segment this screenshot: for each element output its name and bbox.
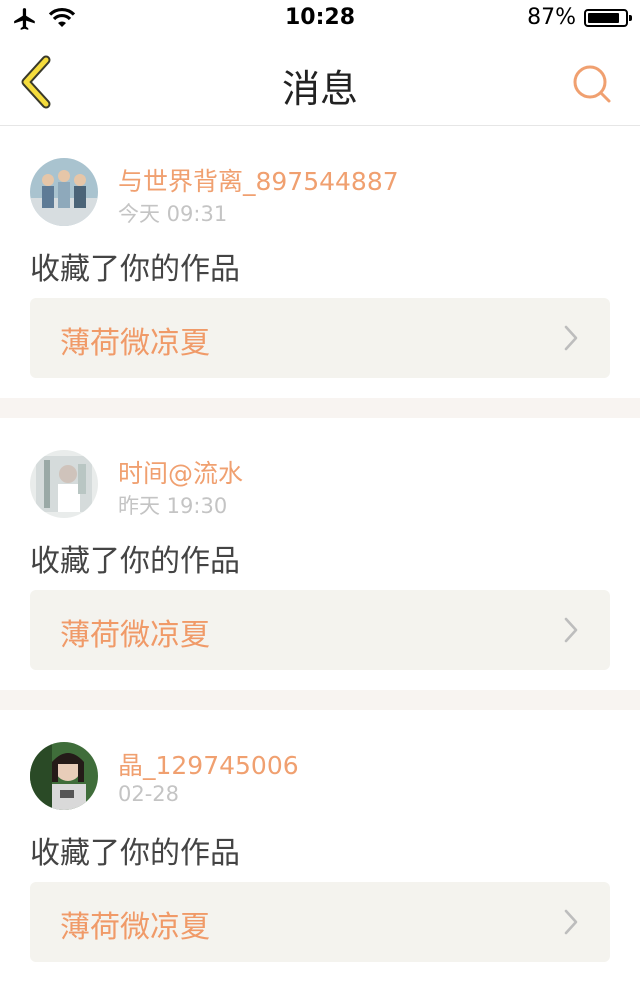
avatar-image: [30, 450, 98, 518]
work-link[interactable]: 薄荷微凉夏: [30, 298, 610, 378]
avatar-image: [30, 742, 98, 810]
message-card: 与世界背离_897544887 今天 09:31 收藏了你的作品 薄荷微凉夏: [0, 126, 640, 398]
search-icon: [573, 65, 611, 103]
battery-percent: 87%: [527, 5, 576, 30]
status-bar: 10:28 87%: [0, 0, 640, 40]
work-title: 薄荷微凉夏: [60, 618, 210, 653]
username[interactable]: 与世界背离_897544887: [118, 162, 399, 198]
work-title: 薄荷微凉夏: [60, 910, 210, 945]
timestamp: 02-28: [118, 782, 180, 806]
page-title: 消息: [281, 67, 358, 111]
message-list: 与世界背离_897544887 今天 09:31 收藏了你的作品 薄荷微凉夏 时…: [0, 126, 640, 982]
message-card: 晶_129745006 02-28 收藏了你的作品 薄荷微凉夏: [0, 710, 640, 982]
battery-fill: [588, 12, 619, 23]
status-right-group: 87%: [527, 5, 632, 30]
avatar[interactable]: [30, 742, 98, 810]
timestamp: 今天 09:31: [118, 202, 228, 226]
avatar-image: [30, 158, 98, 226]
timestamp: 昨天 19:30: [118, 494, 228, 518]
action-text: 收藏了你的作品: [30, 252, 240, 287]
message-card: 时间@流水 昨天 19:30 收藏了你的作品 薄荷微凉夏: [0, 418, 640, 690]
chevron-right-icon: [564, 617, 578, 643]
separator: [0, 398, 640, 418]
battery-cap: [629, 14, 632, 21]
search-button[interactable]: [570, 62, 614, 106]
work-link[interactable]: 薄荷微凉夏: [30, 590, 610, 670]
nav-bar: 消息: [0, 40, 640, 126]
battery-icon: [584, 8, 632, 27]
work-title: 薄荷微凉夏: [60, 326, 210, 361]
separator: [0, 690, 640, 710]
avatar[interactable]: [30, 158, 98, 226]
action-text: 收藏了你的作品: [30, 836, 240, 871]
username[interactable]: 晶_129745006: [118, 746, 299, 782]
chevron-right-icon: [564, 325, 578, 351]
username[interactable]: 时间@流水: [118, 454, 243, 490]
avatar[interactable]: [30, 450, 98, 518]
work-link[interactable]: 薄荷微凉夏: [30, 882, 610, 962]
action-text: 收藏了你的作品: [30, 544, 240, 579]
chevron-right-icon: [564, 909, 578, 935]
